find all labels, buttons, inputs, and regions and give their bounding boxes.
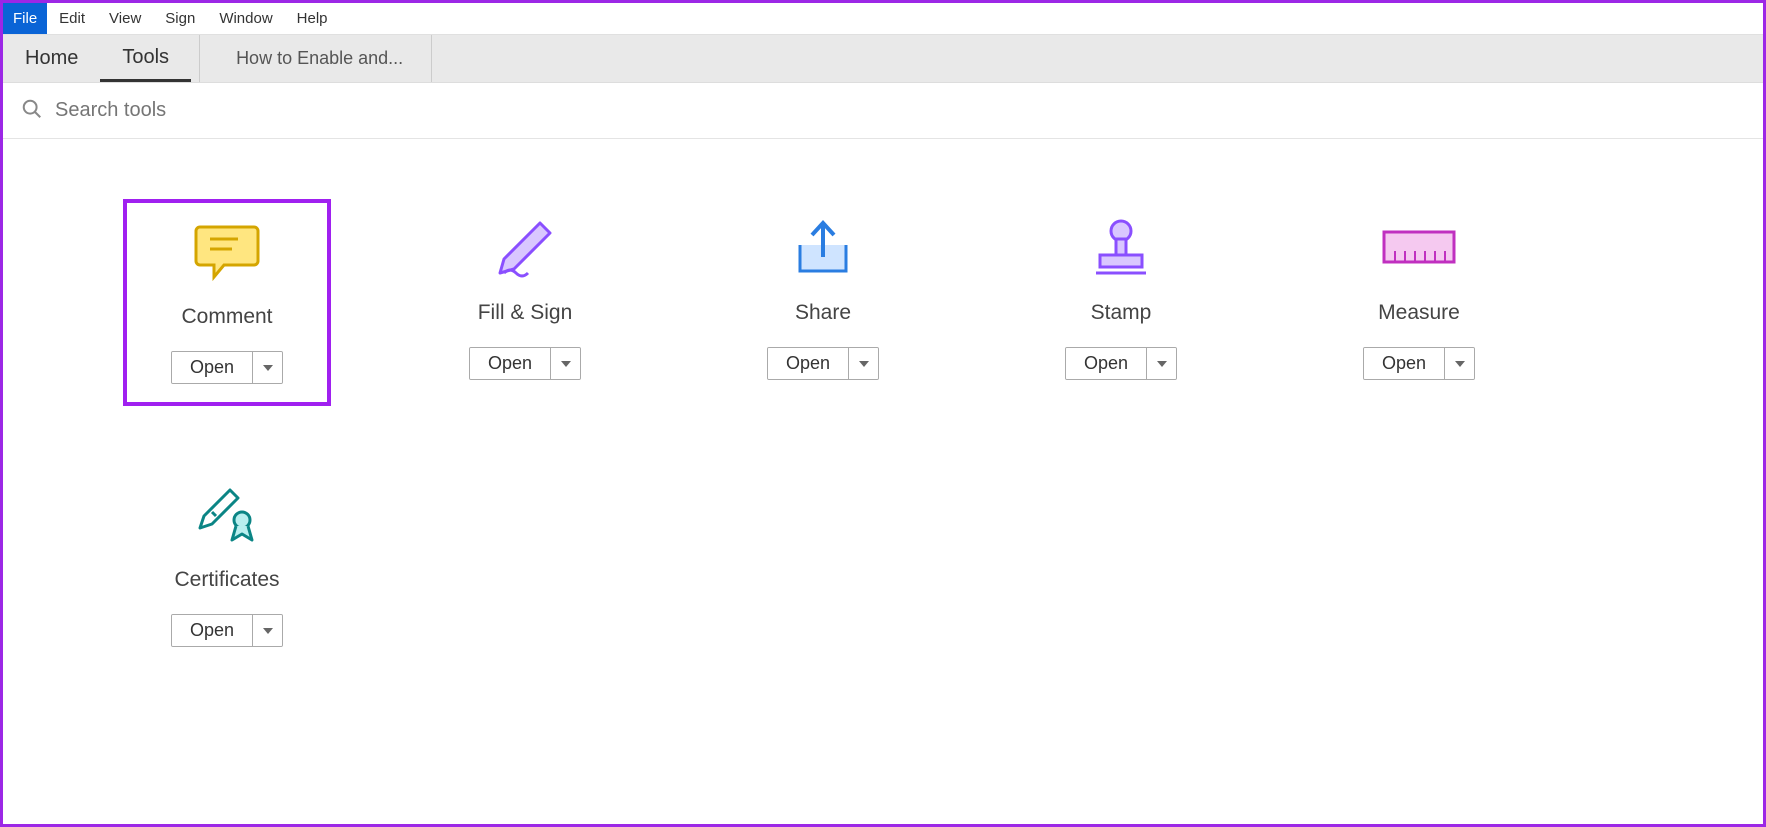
searchbar (3, 83, 1763, 139)
tool-label: Comment (181, 305, 272, 329)
open-dropdown[interactable] (848, 348, 878, 379)
stamp-icon (1086, 209, 1156, 289)
tab-document[interactable]: How to Enable and... (208, 35, 432, 82)
search-icon (21, 98, 55, 123)
tool-label: Measure (1378, 301, 1460, 325)
menu-view[interactable]: View (97, 3, 153, 34)
tool-certificates[interactable]: Certificates Open (123, 466, 331, 665)
open-button[interactable]: Open (768, 348, 848, 379)
tool-fill-sign[interactable]: Fill & Sign Open (421, 199, 629, 406)
menu-sign[interactable]: Sign (153, 3, 207, 34)
tool-measure[interactable]: Measure Open (1315, 199, 1523, 406)
tool-label: Fill & Sign (478, 301, 573, 325)
tab-home[interactable]: Home (3, 35, 100, 82)
comment-icon (192, 213, 262, 293)
open-group: Open (469, 347, 581, 380)
open-group: Open (1363, 347, 1475, 380)
open-button[interactable]: Open (1364, 348, 1444, 379)
tool-share[interactable]: Share Open (719, 199, 927, 406)
share-icon (788, 209, 858, 289)
tool-comment[interactable]: Comment Open (123, 199, 331, 406)
menu-file[interactable]: File (3, 3, 47, 34)
open-button[interactable]: Open (172, 352, 252, 383)
open-group: Open (767, 347, 879, 380)
open-dropdown[interactable] (550, 348, 580, 379)
open-button[interactable]: Open (1066, 348, 1146, 379)
open-dropdown[interactable] (1444, 348, 1474, 379)
menu-edit[interactable]: Edit (47, 3, 97, 34)
open-group: Open (171, 614, 283, 647)
certificate-icon (192, 476, 262, 556)
ruler-icon (1381, 209, 1457, 289)
tool-stamp[interactable]: Stamp Open (1017, 199, 1225, 406)
open-group: Open (1065, 347, 1177, 380)
pen-icon (490, 209, 560, 289)
open-button[interactable]: Open (172, 615, 252, 646)
open-group: Open (171, 351, 283, 384)
open-dropdown[interactable] (252, 352, 282, 383)
tool-label: Stamp (1091, 301, 1152, 325)
search-input[interactable] (55, 99, 455, 122)
tools-area: Comment Open Fill & Sign Open (3, 139, 1763, 785)
tool-label: Share (795, 301, 851, 325)
menu-window[interactable]: Window (207, 3, 284, 34)
open-dropdown[interactable] (1146, 348, 1176, 379)
tabbar: Home Tools How to Enable and... (3, 35, 1763, 83)
tool-row-2: Certificates Open (123, 466, 1643, 665)
menubar: File Edit View Sign Window Help (3, 3, 1763, 35)
menu-help[interactable]: Help (285, 3, 340, 34)
open-dropdown[interactable] (252, 615, 282, 646)
tab-divider (199, 35, 200, 82)
tool-label: Certificates (174, 568, 279, 592)
tab-tools[interactable]: Tools (100, 35, 191, 82)
tool-row-1: Comment Open Fill & Sign Open (123, 199, 1643, 406)
open-button[interactable]: Open (470, 348, 550, 379)
